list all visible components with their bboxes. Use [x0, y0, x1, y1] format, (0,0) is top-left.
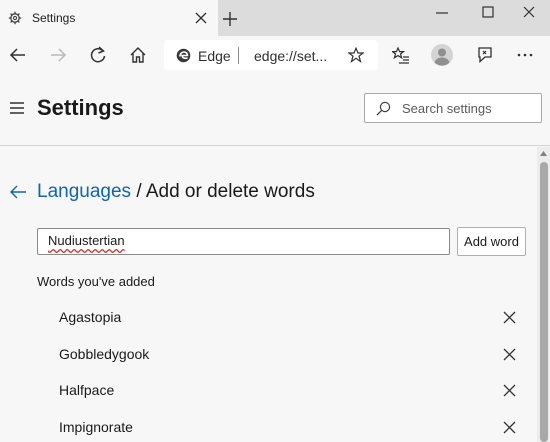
scrollbar[interactable]	[537, 147, 550, 442]
breadcrumb-separator: /	[131, 181, 146, 202]
back-arrow-icon[interactable]	[9, 184, 27, 200]
plus-icon[interactable]	[223, 12, 237, 26]
favorites-icon[interactable]	[392, 46, 410, 64]
edge-logo-icon	[176, 48, 191, 63]
address-separator	[238, 47, 239, 64]
scroll-up-icon[interactable]	[540, 151, 547, 156]
forward-icon[interactable]	[49, 46, 67, 64]
star-icon[interactable]	[348, 47, 364, 63]
add-word-button[interactable]: Add word	[457, 227, 526, 256]
maximize-icon[interactable]	[481, 5, 495, 19]
site-name: Edge	[198, 48, 231, 64]
tab-title: Settings	[32, 11, 76, 25]
list-item: Gobbledygook	[37, 337, 527, 373]
minimize-icon[interactable]	[435, 5, 449, 19]
tab-settings[interactable]: Settings	[0, 0, 218, 36]
remove-icon[interactable]	[503, 384, 516, 397]
settings-gear-icon	[8, 11, 22, 25]
word-label: Impignorate	[59, 419, 133, 435]
list-item: Impignorate	[37, 410, 527, 442]
word-label: Agastopia	[59, 309, 122, 325]
profile-icon[interactable]	[430, 43, 454, 67]
hamburger-icon[interactable]	[10, 102, 24, 114]
add-word-input[interactable]: Nudiustertian	[37, 228, 450, 255]
refresh-icon[interactable]	[89, 46, 107, 64]
remove-icon[interactable]	[503, 311, 516, 324]
home-icon[interactable]	[129, 46, 147, 64]
scrollbar-thumb[interactable]	[540, 162, 548, 442]
section-title: Words you've added	[37, 274, 155, 289]
tab-strip: Settings	[0, 0, 550, 36]
content-area: Languages / Add or delete words Nudiuste…	[0, 147, 537, 442]
word-label: Gobbledygook	[59, 346, 150, 362]
search-icon	[376, 101, 391, 116]
list-item: Agastopia	[37, 300, 527, 336]
url-text[interactable]: edge://set...	[254, 48, 327, 64]
back-icon[interactable]	[9, 46, 27, 64]
more-icon[interactable]	[516, 46, 534, 64]
breadcrumb: Languages / Add or delete words	[37, 181, 315, 203]
feedback-icon[interactable]	[476, 46, 494, 64]
toolbar: Edge edge://set...	[0, 36, 550, 74]
search-placeholder: Search settings	[402, 101, 492, 116]
remove-icon[interactable]	[503, 421, 516, 434]
page-title: Settings	[37, 95, 124, 120]
breadcrumb-current: Add or delete words	[145, 181, 315, 202]
close-icon[interactable]	[522, 5, 536, 19]
close-icon[interactable]	[195, 12, 207, 24]
search-input[interactable]: Search settings	[364, 93, 542, 123]
list-item: Halfpace	[37, 373, 527, 409]
settings-header: Settings Search settings	[0, 74, 550, 146]
word-label: Halfpace	[59, 382, 115, 398]
address-bar[interactable]: Edge edge://set...	[164, 40, 378, 70]
remove-icon[interactable]	[503, 348, 516, 361]
breadcrumb-languages-link[interactable]: Languages	[37, 181, 131, 202]
